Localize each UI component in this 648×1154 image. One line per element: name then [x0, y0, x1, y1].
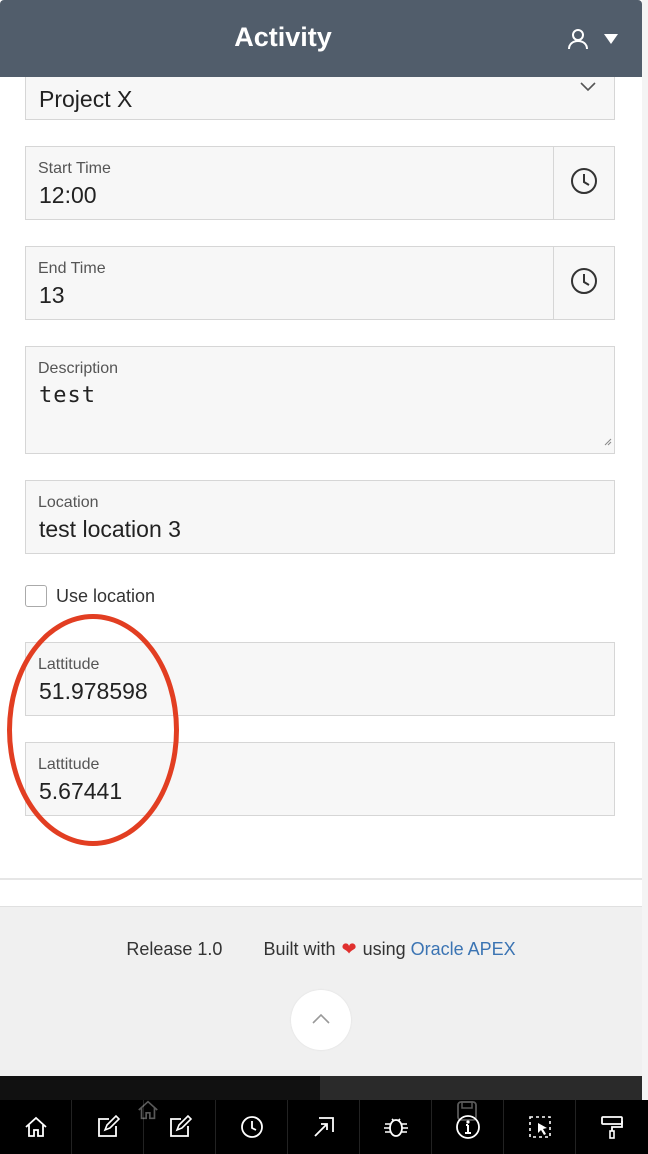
dev-session-button[interactable] [216, 1100, 288, 1154]
location-value: test location 3 [39, 516, 181, 542]
start-time-picker-button[interactable] [553, 147, 614, 219]
using-label: using [362, 939, 406, 959]
debug-icon [382, 1114, 410, 1140]
dev-select-region-button[interactable] [504, 1100, 576, 1154]
dev-quick-edit-button[interactable] [288, 1100, 360, 1154]
project-select[interactable]: Project X [25, 77, 615, 120]
end-time-picker-button[interactable] [553, 247, 614, 319]
clock-icon [570, 167, 598, 200]
edit-application-icon [95, 1114, 121, 1140]
user-menu-button[interactable] [566, 26, 618, 52]
use-location-row[interactable]: Use location [25, 585, 155, 607]
save-icon [456, 1100, 478, 1122]
dev-application-button[interactable] [72, 1100, 144, 1154]
user-icon [566, 27, 590, 51]
clock-icon [570, 267, 598, 300]
scroll-to-top-button[interactable] [291, 990, 351, 1050]
use-location-label: Use location [56, 585, 156, 606]
start-time-value: 12:00 [39, 182, 97, 208]
select-region-icon [527, 1114, 553, 1140]
theme-roller-icon [599, 1114, 625, 1140]
region-divider [0, 878, 642, 880]
latitude-field[interactable]: Lattitude 51.978598 [25, 642, 615, 716]
built-with-label: Built with [263, 939, 336, 959]
dev-home-button[interactable] [0, 1100, 72, 1154]
home-icon [136, 1098, 160, 1122]
session-icon [239, 1114, 265, 1140]
footer: Release 1.0 Built with ❤ using Oracle APEX [0, 906, 642, 1077]
end-time-field[interactable]: End Time 13 [25, 246, 615, 320]
resize-grip-icon[interactable] [604, 433, 612, 451]
location-label: Location [38, 494, 99, 511]
use-location-checkbox[interactable] [25, 585, 47, 607]
chevron-down-icon [580, 79, 596, 97]
end-time-value: 13 [39, 282, 65, 308]
dev-info-button[interactable] [432, 1100, 504, 1154]
app-header: Activity [0, 0, 642, 77]
start-time-label: Start Time [38, 160, 111, 177]
page-edge [642, 0, 648, 1154]
start-time-field[interactable]: Start Time 12:00 [25, 146, 615, 220]
dev-toolbar-top [0, 1076, 642, 1100]
end-time-label: End Time [38, 260, 106, 277]
longitude-value: 5.67441 [39, 778, 123, 804]
heart-icon: ❤ [341, 939, 357, 959]
oracle-apex-link[interactable]: Oracle APEX [411, 939, 516, 959]
home-icon [23, 1114, 49, 1140]
footer-text: Release 1.0 Built with ❤ using Oracle APEX [0, 939, 642, 960]
description-label: Description [38, 360, 119, 377]
description-textarea[interactable]: Description test [25, 346, 615, 454]
location-field[interactable]: Location test location 3 [25, 480, 615, 554]
dev-edit-page-button[interactable] [138, 1100, 216, 1154]
project-value: Project X [39, 86, 133, 112]
latitude-label: Lattitude [38, 656, 100, 673]
edit-page-icon [167, 1114, 193, 1140]
dev-theme-roller-button[interactable] [576, 1100, 648, 1154]
release-label: Release 1.0 [126, 939, 223, 959]
quick-edit-icon [311, 1114, 337, 1140]
dev-debug-button[interactable] [360, 1100, 432, 1154]
chevron-up-icon [312, 1011, 330, 1029]
longitude-label: Lattitude [38, 756, 100, 773]
description-value: test [39, 383, 96, 408]
developer-toolbar [0, 1100, 648, 1154]
caret-down-icon [604, 34, 618, 44]
page-title: Activity [234, 22, 332, 52]
latitude-value: 51.978598 [39, 678, 148, 704]
longitude-field[interactable]: Lattitude 5.67441 [25, 742, 615, 816]
